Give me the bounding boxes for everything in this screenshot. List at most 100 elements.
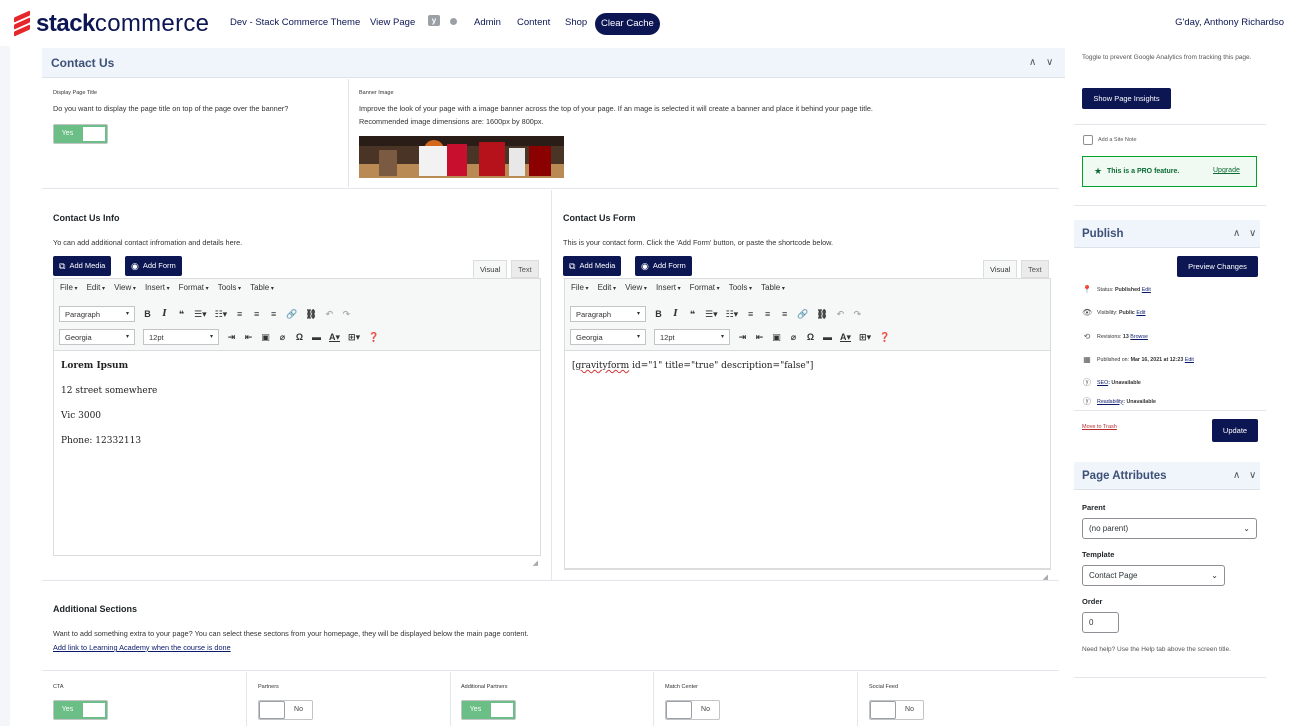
align-left-icon[interactable]: ≡ (235, 309, 244, 319)
site-note-checkbox[interactable] (1083, 135, 1093, 145)
align-right-icon[interactable]: ≡ (269, 309, 278, 319)
tab-visual[interactable]: Visual (473, 260, 508, 278)
help-icon[interactable]: ❓ (879, 332, 890, 343)
nav-admin[interactable]: Admin (474, 17, 501, 28)
italic-icon[interactable]: I (671, 309, 680, 319)
size-select[interactable]: 12pt (143, 329, 219, 345)
special-char-icon[interactable]: Ω (295, 332, 304, 342)
help-icon[interactable]: ❓ (368, 332, 379, 343)
published-on-edit-link[interactable]: Edit (1185, 357, 1194, 363)
nav-shop[interactable]: Shop (565, 17, 587, 28)
contact-form-editor[interactable]: File Edit View Insert Format Tools Table… (564, 278, 1051, 569)
social-feed-toggle[interactable]: No (869, 700, 924, 720)
clear-cache-button[interactable]: Clear Cache (595, 13, 660, 35)
undo-icon[interactable]: ↶ (325, 309, 334, 320)
special-char-icon[interactable]: Ω (806, 332, 815, 342)
upgrade-link[interactable]: Upgrade (1213, 167, 1240, 174)
readability-link[interactable]: Readability (1097, 399, 1123, 405)
link-icon[interactable]: 🔗 (797, 309, 808, 320)
nav-site-name[interactable]: Dev - Stack Commerce Theme (230, 17, 360, 28)
bold-icon[interactable]: B (143, 309, 152, 319)
add-media-button[interactable]: ⧉ Add Media (563, 256, 622, 276)
indent-icon[interactable]: ⇥ (738, 332, 747, 343)
seo-link[interactable]: SEO (1097, 380, 1108, 386)
align-center-icon[interactable]: ≡ (252, 309, 261, 319)
menu-table[interactable]: Table (761, 283, 785, 292)
status-edit-link[interactable]: Edit (1142, 287, 1151, 293)
hr-icon[interactable]: ▬ (312, 332, 321, 342)
menu-format[interactable]: Format (179, 283, 209, 292)
display-title-toggle[interactable]: Yes (53, 124, 108, 144)
menu-table[interactable]: Table (250, 283, 274, 292)
yoast-icon[interactable]: y (428, 15, 440, 26)
cta-toggle[interactable]: Yes (53, 700, 108, 720)
tab-text[interactable]: Text (511, 260, 539, 278)
order-input[interactable]: 0 (1082, 612, 1119, 633)
add-media-button[interactable]: ⧉ Add Media (53, 256, 112, 276)
chevron-down-icon[interactable]: ∨ (1249, 470, 1256, 481)
nav-content[interactable]: Content (517, 17, 550, 28)
text-color-icon[interactable]: A▾ (329, 332, 340, 343)
chevron-down-icon[interactable]: ∨ (1249, 228, 1256, 239)
menu-format[interactable]: Format (690, 283, 720, 292)
format-select[interactable]: Paragraph (59, 306, 135, 322)
clear-format-icon[interactable]: ⌀ (789, 332, 798, 343)
match-center-toggle[interactable]: No (665, 700, 720, 720)
show-page-insights-button[interactable]: Show Page Insights (1082, 88, 1171, 109)
blockquote-icon[interactable]: ❝ (177, 309, 186, 320)
blockquote-icon[interactable]: ❝ (688, 309, 697, 320)
visibility-edit-link[interactable]: Edit (1136, 310, 1145, 316)
banner-image-thumbnail[interactable] (359, 136, 564, 178)
add-form-button[interactable]: ◉ Add Form (125, 256, 182, 276)
numbered-list-icon[interactable]: ☷▾ (726, 309, 739, 320)
unlink-icon[interactable]: ⛓ (816, 309, 827, 320)
paste-icon[interactable]: ▣ (772, 332, 781, 343)
align-center-icon[interactable]: ≡ (763, 309, 772, 319)
menu-view[interactable]: View (625, 283, 647, 292)
template-select[interactable]: Contact Page ⌄ (1082, 565, 1225, 586)
user-greeting[interactable]: G'day, Anthony Richardso (1175, 17, 1284, 28)
font-select[interactable]: Georgia (59, 329, 135, 345)
outdent-icon[interactable]: ⇤ (244, 332, 253, 343)
redo-icon[interactable]: ↷ (342, 309, 351, 320)
menu-file[interactable]: File (571, 283, 589, 292)
stack-commerce-logo[interactable]: stack commerce (12, 10, 209, 38)
undo-icon[interactable]: ↶ (836, 309, 845, 320)
parent-select[interactable]: (no parent) ⌄ (1082, 518, 1257, 539)
format-select[interactable]: Paragraph (570, 306, 646, 322)
italic-icon[interactable]: I (160, 309, 169, 319)
link-icon[interactable]: 🔗 (286, 309, 297, 320)
preview-changes-button[interactable]: Preview Changes (1177, 256, 1258, 277)
menu-tools[interactable]: Tools (218, 283, 241, 292)
menu-file[interactable]: File (60, 283, 78, 292)
text-color-icon[interactable]: A▾ (840, 332, 851, 343)
align-left-icon[interactable]: ≡ (746, 309, 755, 319)
resize-grip-icon[interactable]: ◢ (533, 559, 538, 567)
chevron-up-icon[interactable]: ∧ (1029, 57, 1036, 68)
menu-insert[interactable]: Insert (656, 283, 681, 292)
font-select[interactable]: Georgia (570, 329, 646, 345)
add-form-button[interactable]: ◉ Add Form (635, 256, 692, 276)
table-icon[interactable]: ⊞▾ (348, 332, 360, 343)
bullet-list-icon[interactable]: ☰▾ (194, 309, 207, 320)
clear-format-icon[interactable]: ⌀ (278, 332, 287, 343)
outdent-icon[interactable]: ⇤ (755, 332, 764, 343)
bullet-list-icon[interactable]: ☰▾ (705, 309, 718, 320)
tab-visual[interactable]: Visual (983, 260, 1018, 278)
revisions-browse-link[interactable]: Browse (1130, 334, 1148, 340)
numbered-list-icon[interactable]: ☷▾ (215, 309, 228, 320)
chevron-up-icon[interactable]: ∧ (1233, 470, 1240, 481)
tab-text[interactable]: Text (1021, 260, 1049, 278)
size-select[interactable]: 12pt (654, 329, 730, 345)
hr-icon[interactable]: ▬ (823, 332, 832, 342)
nav-view-page[interactable]: View Page (370, 17, 415, 28)
move-to-trash-link[interactable]: Move to Trash (1082, 424, 1117, 430)
indent-icon[interactable]: ⇥ (227, 332, 236, 343)
contact-info-editor[interactable]: File Edit View Insert Format Tools Table… (53, 278, 541, 569)
learning-academy-link[interactable]: Add link to Learning Academy when the co… (53, 642, 231, 653)
chevron-up-icon[interactable]: ∧ (1233, 228, 1240, 239)
editor-content[interactable]: Lorem Ipsum 12 street somewhere Vic 3000… (54, 351, 540, 471)
table-icon[interactable]: ⊞▾ (859, 332, 871, 343)
redo-icon[interactable]: ↷ (853, 309, 862, 320)
menu-view[interactable]: View (114, 283, 136, 292)
